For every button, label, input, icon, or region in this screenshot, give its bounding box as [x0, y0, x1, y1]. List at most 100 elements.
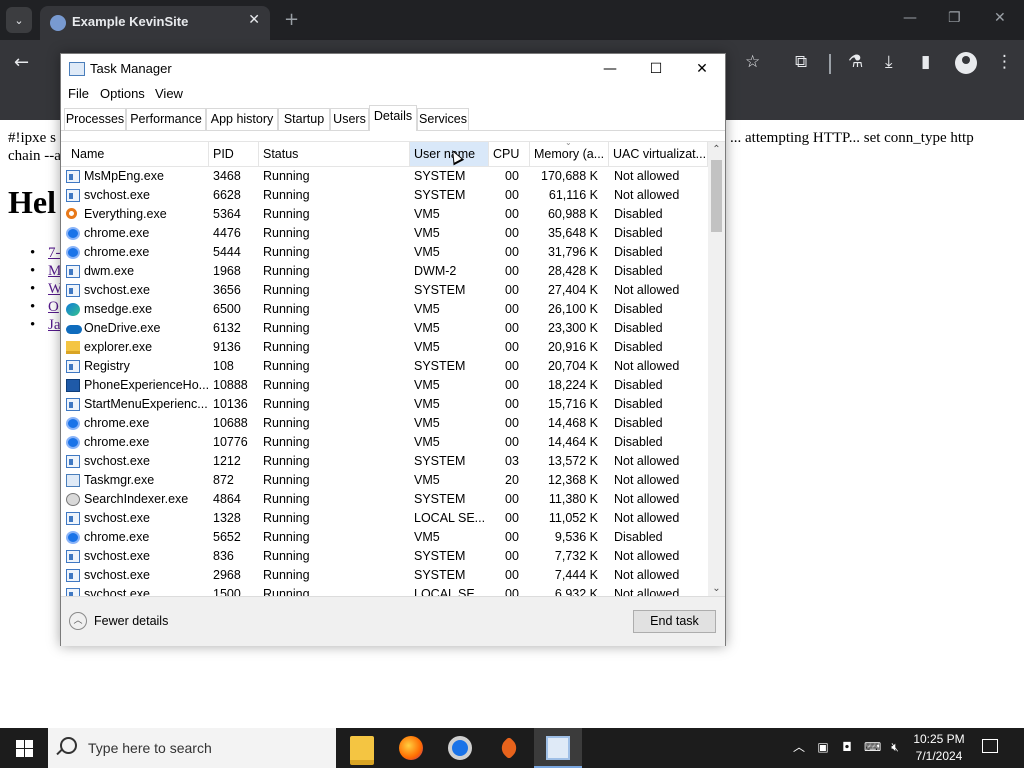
search-icon: [60, 737, 77, 754]
table-row[interactable]: StartMenuExperienc... 10136 Running VM5 00 15…: [61, 395, 708, 414]
table-row[interactable]: PhoneExperienceHo... 10888 Running VM5 00 18,…: [61, 376, 708, 395]
process-pid: 6132: [213, 321, 241, 335]
tab-performance[interactable]: Performance: [126, 108, 206, 130]
tab-details[interactable]: Details: [369, 105, 417, 131]
fewer-details-link[interactable]: Fewer details: [94, 614, 168, 628]
tab-search-button[interactable]: ⌄: [6, 7, 32, 33]
profile-avatar-icon[interactable]: [955, 52, 977, 74]
tab-services[interactable]: Services: [417, 108, 469, 130]
tab-app-history[interactable]: App history: [206, 108, 278, 130]
taskbar-clock[interactable]: 10:25 PM 7/1/2024: [900, 731, 978, 765]
chevron-up-icon[interactable]: ︿: [69, 612, 87, 630]
back-arrow-icon[interactable]: ←: [14, 52, 29, 73]
table-row[interactable]: dwm.exe 1968 Running DWM-2 00 28,428 K Disable…: [61, 262, 708, 281]
bookmark-star-icon[interactable]: ☆: [745, 52, 760, 72]
taskbar-firefox[interactable]: [387, 728, 435, 768]
chrome-process-icon: [66, 436, 80, 449]
table-row[interactable]: msedge.exe 6500 Running VM5 00 26,100 K Disabl…: [61, 300, 708, 319]
table-row[interactable]: svchost.exe 2968 Running SYSTEM 00 7,444 K Not…: [61, 566, 708, 585]
chrome-process-icon: [66, 227, 80, 240]
table-row[interactable]: chrome.exe 4476 Running VM5 00 35,648 K Disabl…: [61, 224, 708, 243]
labs-flask-icon[interactable]: ⚗: [848, 52, 863, 72]
table-row[interactable]: chrome.exe 10776 Running VM5 00 14,464 K Disab…: [61, 433, 708, 452]
taskbar-chrome[interactable]: [436, 728, 484, 768]
download-icon[interactable]: ⤓: [885, 52, 893, 72]
scrollbar-thumb[interactable]: [711, 160, 722, 232]
process-pid: 108: [213, 359, 234, 373]
tab-close-icon[interactable]: ✕: [248, 12, 260, 28]
tab-processes[interactable]: Processes: [64, 108, 126, 130]
window-title: Task Manager: [90, 61, 172, 76]
process-cpu: 00: [505, 169, 519, 183]
process-name: StartMenuExperienc...: [84, 397, 208, 411]
list-item: W: [30, 280, 62, 298]
taskbar-file-explorer[interactable]: [338, 728, 386, 768]
vertical-scrollbar[interactable]: ⌃ ⌄: [708, 142, 725, 597]
close-button[interactable]: ✕: [687, 58, 717, 80]
column-header-uac[interactable]: UAC virtualizat...: [609, 142, 708, 166]
process-mem: 18,224 K: [547, 378, 598, 392]
folder-icon: [350, 736, 374, 765]
tray-app-icon[interactable]: ▣: [816, 740, 830, 754]
table-row[interactable]: MsMpEng.exe 3468 Running SYSTEM 00 170,688 K N…: [61, 167, 708, 186]
table-row[interactable]: chrome.exe 5652 Running VM5 00 9,536 K Disable…: [61, 528, 708, 547]
end-task-button[interactable]: End task: [633, 610, 716, 633]
show-hidden-icons-chevron-icon[interactable]: ︿: [792, 740, 806, 754]
menu-view[interactable]: View: [155, 86, 183, 101]
column-header-status[interactable]: Status: [259, 142, 410, 166]
clock-time: 10:25 PM: [913, 732, 965, 746]
table-row[interactable]: svchost.exe 836 Running SYSTEM 00 7,732 K Not …: [61, 547, 708, 566]
browser-tab[interactable]: Example KevinSite ✕: [40, 6, 270, 40]
process-status: Running: [263, 359, 310, 373]
table-row[interactable]: explorer.exe 9136 Running VM5 00 20,916 K Disa…: [61, 338, 708, 357]
table-row[interactable]: chrome.exe 10688 Running VM5 00 14,468 K Disab…: [61, 414, 708, 433]
new-tab-button[interactable]: +: [284, 9, 299, 30]
process-cpu: 00: [505, 359, 519, 373]
clock-date: 7/1/2024: [915, 749, 963, 763]
tray-app-icon[interactable]: ◘: [840, 740, 854, 754]
task-manager-titlebar[interactable]: Task Manager — ☐ ✕: [61, 54, 725, 84]
browser-restore-button[interactable]: ❐: [948, 10, 961, 26]
process-cpu: 00: [505, 321, 519, 335]
taskbar-search-box[interactable]: Type here to search: [48, 728, 336, 768]
table-row[interactable]: svchost.exe 1328 Running LOCAL SE... 00 11,05…: [61, 509, 708, 528]
table-row[interactable]: svchost.exe 1212 Running SYSTEM 03 13,572 K No…: [61, 452, 708, 471]
maximize-button[interactable]: ☐: [641, 58, 671, 80]
tab-startup[interactable]: Startup: [278, 108, 330, 130]
page-link-list: 7- M W O Ja: [30, 244, 62, 334]
notification-center-icon[interactable]: [982, 739, 998, 753]
table-row[interactable]: Registry 108 Running SYSTEM 00 20,704 K Not al…: [61, 357, 708, 376]
table-row[interactable]: SearchIndexer.exe 4864 Running SYSTEM 00 11,3…: [61, 490, 708, 509]
page-text-line1-right: ... attempting HTTP... set conn_type htt…: [730, 130, 974, 146]
scroll-down-icon[interactable]: ⌄: [708, 581, 725, 597]
taskbar-task-manager[interactable]: [534, 728, 582, 768]
table-row[interactable]: Everything.exe 5364 Running VM5 00 60,988 K Di…: [61, 205, 708, 224]
table-row[interactable]: chrome.exe 5444 Running VM5 00 31,796 K Disabl…: [61, 243, 708, 262]
page-link[interactable]: Ja: [48, 317, 61, 333]
menu-options[interactable]: Options: [100, 86, 145, 101]
tab-users[interactable]: Users: [330, 108, 369, 130]
more-menu-icon[interactable]: ⋮: [996, 52, 1013, 72]
side-panel-icon[interactable]: ▮: [921, 52, 930, 72]
process-mem: 170,688 K: [541, 169, 598, 183]
column-header-name[interactable]: Name: [61, 142, 209, 166]
browser-close-button[interactable]: ✕: [994, 10, 1006, 26]
column-header-cpu[interactable]: CPU: [489, 142, 530, 166]
table-row[interactable]: OneDrive.exe 6132 Running VM5 00 23,300 K Disa…: [61, 319, 708, 338]
menu-file[interactable]: File: [68, 86, 89, 101]
browser-minimize-button[interactable]: —: [903, 10, 917, 26]
process-status: Running: [263, 226, 310, 240]
page-link[interactable]: O: [48, 299, 59, 315]
table-row[interactable]: svchost.exe 3656 Running SYSTEM 00 27,404 K No…: [61, 281, 708, 300]
table-row[interactable]: svchost.exe 6628 Running SYSTEM 00 61,116 K No…: [61, 186, 708, 205]
column-header-pid[interactable]: PID: [209, 142, 259, 166]
page-link[interactable]: 7-: [48, 245, 61, 261]
table-row[interactable]: Taskmgr.exe 872 Running VM5 20 12,368 K Not al…: [61, 471, 708, 490]
network-icon[interactable]: ⌨: [864, 740, 881, 754]
scroll-up-icon[interactable]: ⌃: [708, 142, 725, 158]
minimize-button[interactable]: —: [595, 58, 625, 80]
extensions-icon[interactable]: ⧉: [795, 52, 807, 72]
window-process-icon: [66, 455, 80, 468]
taskbar-feather-app[interactable]: [485, 728, 533, 768]
start-button[interactable]: [0, 728, 48, 768]
